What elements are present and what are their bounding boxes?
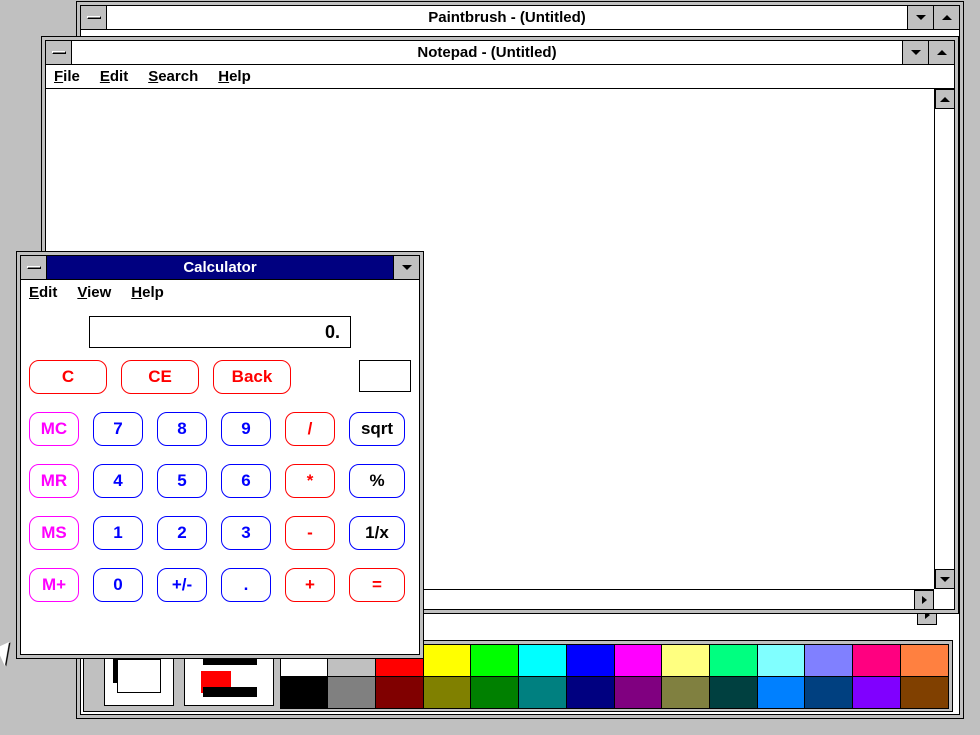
equals-button[interactable]: =: [349, 568, 405, 602]
menu-help[interactable]: Help: [218, 68, 251, 85]
system-menu-icon[interactable]: [81, 6, 107, 29]
mplus-button[interactable]: M+: [29, 568, 79, 602]
clear-entry-button[interactable]: CE: [121, 360, 199, 394]
digit-5-button[interactable]: 5: [157, 464, 207, 498]
decimal-button[interactable]: .: [221, 568, 271, 602]
palette-swatch[interactable]: [375, 676, 424, 709]
notepad-vscroll[interactable]: [934, 89, 954, 589]
menu-view[interactable]: View: [77, 284, 111, 301]
sqrt-button[interactable]: sqrt: [349, 412, 405, 446]
digit-7-button[interactable]: 7: [93, 412, 143, 446]
menu-file[interactable]: File: [54, 68, 80, 85]
palette-swatch[interactable]: [566, 676, 615, 709]
digit-3-button[interactable]: 3: [221, 516, 271, 550]
palette-swatch[interactable]: [900, 644, 949, 677]
maximize-button[interactable]: [933, 6, 959, 29]
calculator-menubar: Edit View Help: [21, 280, 419, 304]
palette-swatch[interactable]: [470, 644, 519, 677]
divide-button[interactable]: /: [285, 412, 335, 446]
ms-button[interactable]: MS: [29, 516, 79, 550]
calculator-display: 0.: [89, 316, 351, 348]
add-button[interactable]: +: [285, 568, 335, 602]
minimize-button[interactable]: [907, 6, 933, 29]
clear-button[interactable]: C: [29, 360, 107, 394]
calculator-window: Calculator Edit View Help 0. C CE Back M…: [20, 255, 420, 655]
current-color-box: [184, 646, 274, 706]
palette-swatch[interactable]: [661, 676, 710, 709]
selected-color-box: [104, 646, 174, 706]
palette-swatch[interactable]: [852, 676, 901, 709]
digit-0-button[interactable]: 0: [93, 568, 143, 602]
menu-search[interactable]: Search: [148, 68, 198, 85]
palette-swatch[interactable]: [852, 644, 901, 677]
palette-swatch[interactable]: [518, 676, 567, 709]
mr-button[interactable]: MR: [29, 464, 79, 498]
palette-swatch[interactable]: [804, 644, 853, 677]
scroll-down-icon[interactable]: [935, 569, 955, 589]
menu-help[interactable]: Help: [131, 284, 164, 301]
palette-swatch[interactable]: [709, 644, 758, 677]
paintbrush-titlebar[interactable]: Paintbrush - (Untitled): [81, 6, 959, 30]
palette-swatch[interactable]: [900, 676, 949, 709]
palette-swatch[interactable]: [423, 676, 472, 709]
palette-swatch[interactable]: [757, 644, 806, 677]
notepad-title: Notepad - (Untitled): [72, 41, 902, 64]
palette-swatch[interactable]: [566, 644, 615, 677]
percent-button[interactable]: %: [349, 464, 405, 498]
palette-swatch[interactable]: [709, 676, 758, 709]
multiply-button[interactable]: *: [285, 464, 335, 498]
cursor-icon: [0, 642, 18, 666]
calculator-titlebar[interactable]: Calculator: [21, 256, 419, 280]
minimize-button[interactable]: [902, 41, 928, 64]
palette-swatch[interactable]: [470, 676, 519, 709]
digit-9-button[interactable]: 9: [221, 412, 271, 446]
calculator-title: Calculator: [47, 256, 393, 279]
palette-swatch[interactable]: [804, 676, 853, 709]
maximize-button[interactable]: [928, 41, 954, 64]
digit-4-button[interactable]: 4: [93, 464, 143, 498]
digit-8-button[interactable]: 8: [157, 412, 207, 446]
palette-swatch[interactable]: [757, 676, 806, 709]
plus-minus-button[interactable]: +/-: [157, 568, 207, 602]
digit-1-button[interactable]: 1: [93, 516, 143, 550]
notepad-menubar: File Edit Search Help: [46, 65, 954, 89]
palette-swatch[interactable]: [661, 644, 710, 677]
palette-swatch[interactable]: [614, 644, 663, 677]
palette-swatch[interactable]: [327, 676, 376, 709]
scroll-right-icon[interactable]: [914, 590, 934, 610]
backspace-button[interactable]: Back: [213, 360, 291, 394]
paintbrush-title: Paintbrush - (Untitled): [107, 6, 907, 29]
digit-6-button[interactable]: 6: [221, 464, 271, 498]
menu-edit[interactable]: Edit: [100, 68, 128, 85]
system-menu-icon[interactable]: [46, 41, 72, 64]
memory-indicator: [359, 360, 411, 392]
mc-button[interactable]: MC: [29, 412, 79, 446]
scroll-up-icon[interactable]: [935, 89, 955, 109]
palette-swatch[interactable]: [280, 676, 329, 709]
notepad-titlebar[interactable]: Notepad - (Untitled): [46, 41, 954, 65]
palette-swatch[interactable]: [614, 676, 663, 709]
digit-2-button[interactable]: 2: [157, 516, 207, 550]
palette-swatch[interactable]: [423, 644, 472, 677]
system-menu-icon[interactable]: [21, 256, 47, 279]
subtract-button[interactable]: -: [285, 516, 335, 550]
palette-swatch[interactable]: [518, 644, 567, 677]
minimize-button[interactable]: [393, 256, 419, 279]
menu-edit[interactable]: Edit: [29, 284, 57, 301]
reciprocal-button[interactable]: 1/x: [349, 516, 405, 550]
